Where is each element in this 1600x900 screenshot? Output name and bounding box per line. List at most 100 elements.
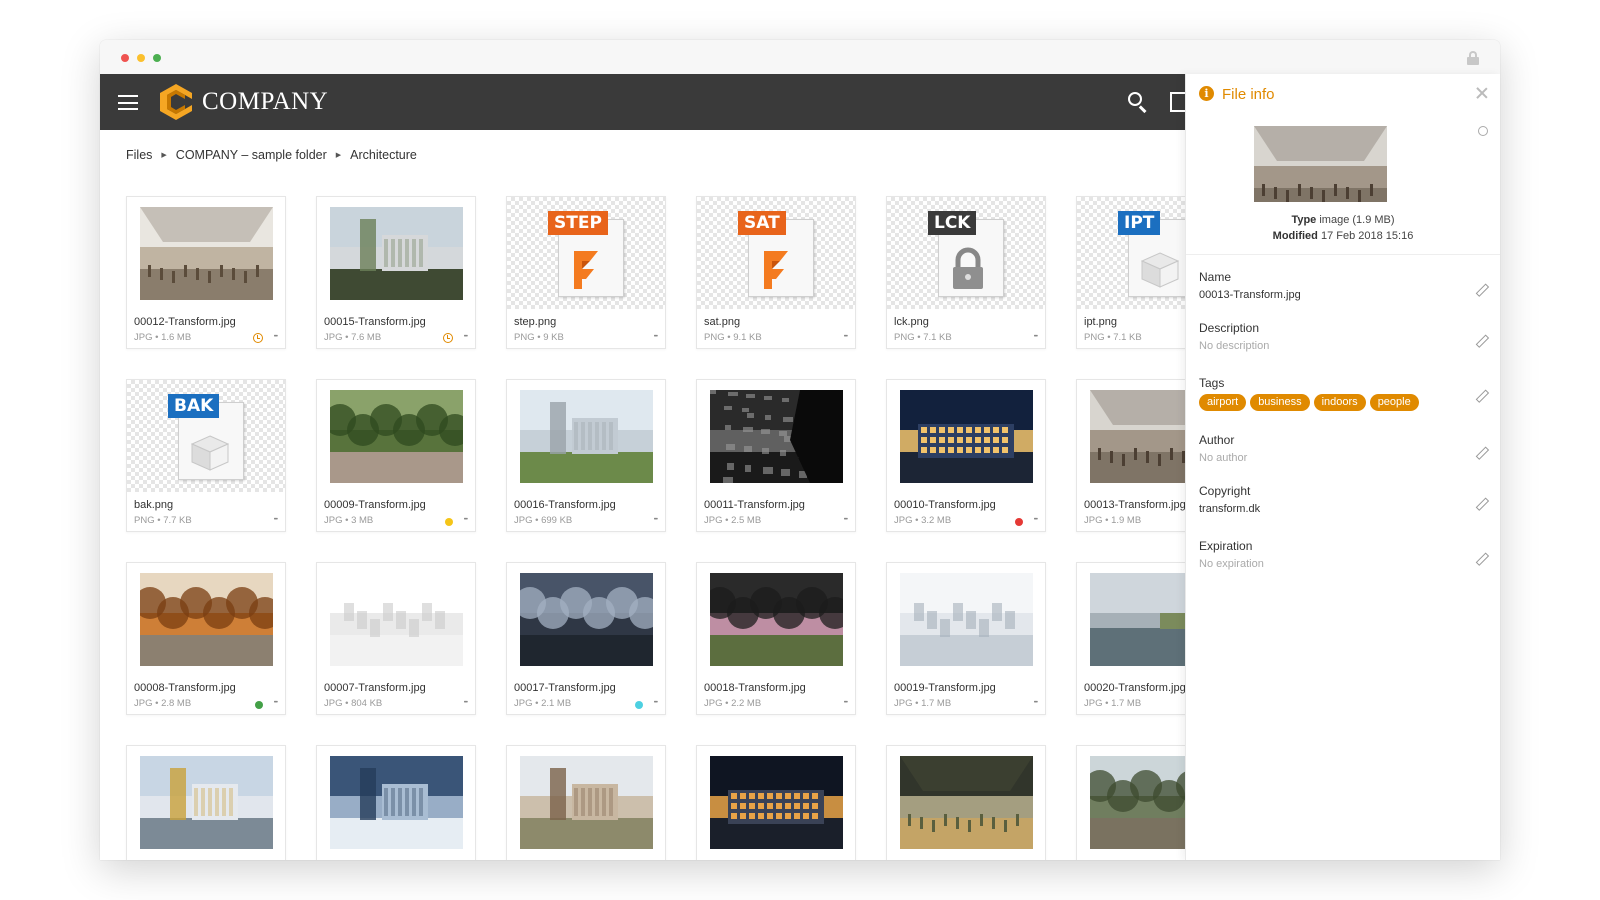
file-thumbnail[interactable]: [507, 563, 665, 675]
file-card[interactable]: LCK lck.png PNG • 7.1 KB •••: [886, 196, 1046, 349]
file-thumbnail[interactable]: [317, 197, 475, 309]
file-thumbnail[interactable]: [317, 746, 475, 858]
tag-indoors[interactable]: indoors: [1313, 394, 1366, 411]
more-options-icon[interactable]: •••: [654, 334, 658, 340]
more-options-icon[interactable]: •••: [844, 517, 848, 523]
search-icon[interactable]: [1128, 92, 1148, 113]
more-options-icon[interactable]: •••: [464, 700, 468, 706]
file-card[interactable]: [696, 745, 856, 860]
autodesk-icon: [568, 247, 608, 296]
more-options-icon[interactable]: •••: [654, 517, 658, 523]
more-options-icon[interactable]: •••: [274, 334, 278, 340]
file-thumbnail[interactable]: [507, 380, 665, 492]
breadcrumb-sample-folder[interactable]: COMPANY – sample folder: [176, 148, 327, 162]
file-thumbnail[interactable]: [127, 746, 285, 858]
more-options-icon[interactable]: •••: [1034, 700, 1038, 706]
more-options-icon[interactable]: •••: [464, 334, 468, 340]
edit-name-pencil-icon[interactable]: [1475, 284, 1487, 296]
file-card[interactable]: IPTipt.pngPNG • 7.1 KB•••: [1076, 196, 1185, 349]
more-options-icon[interactable]: •••: [654, 700, 658, 706]
cube-icon: [1138, 247, 1182, 296]
file-meta: PNG • 9 KB: [514, 332, 564, 343]
lock-icon: [948, 247, 988, 296]
file-thumbnail[interactable]: [127, 563, 285, 675]
file-thumbnail[interactable]: [507, 746, 665, 858]
status-dot-icon: [445, 518, 453, 526]
edit-expiration-pencil-icon[interactable]: [1475, 553, 1487, 565]
file-card[interactable]: SAT sat.png PNG • 9.1 KB •••: [696, 196, 856, 349]
link-icon[interactable]: [1475, 123, 1491, 139]
file-card[interactable]: [316, 745, 476, 860]
breadcrumb-architecture[interactable]: Architecture: [350, 148, 417, 162]
minimize-window-button[interactable]: [137, 54, 145, 62]
file-thumbnail[interactable]: [697, 380, 855, 492]
tags-label: Tags: [1199, 376, 1225, 390]
clock-icon: [253, 333, 263, 343]
file-card[interactable]: [1076, 745, 1185, 860]
file-thumbnail[interactable]: [317, 563, 475, 675]
more-options-icon[interactable]: •••: [274, 700, 278, 706]
file-type-icon[interactable]: BAK: [127, 380, 285, 492]
more-options-icon[interactable]: •••: [274, 517, 278, 523]
file-card[interactable]: 00008-Transform.jpg JPG • 2.8 MB •••: [126, 562, 286, 715]
breadcrumb-files[interactable]: Files: [126, 148, 152, 162]
file-thumbnail[interactable]: [317, 380, 475, 492]
more-options-icon[interactable]: •••: [844, 700, 848, 706]
file-card[interactable]: BAK bak.png PNG • 7.7 KB •••: [126, 379, 286, 532]
file-thumbnail[interactable]: [887, 746, 1045, 858]
file-card[interactable]: 00007-Transform.jpg JPG • 804 KB •••: [316, 562, 476, 715]
more-options-icon[interactable]: •••: [1034, 517, 1038, 523]
tag-business[interactable]: business: [1250, 394, 1310, 411]
file-thumbnail[interactable]: [1077, 380, 1185, 492]
file-thumbnail[interactable]: [1077, 746, 1185, 858]
app-window: COMPANY Files ▶ COMPANY – sample folder …: [100, 40, 1500, 860]
file-card[interactable]: 00020-Transform.jpgJPG • 1.7 MB•••: [1076, 562, 1185, 715]
file-card[interactable]: 00013-Transform.jpgJPG • 1.9 MB•••: [1076, 379, 1185, 532]
file-extension-badge: SAT: [738, 211, 786, 235]
edit-tags-pencil-icon[interactable]: [1475, 390, 1487, 402]
file-type-icon[interactable]: IPT: [1077, 197, 1185, 309]
file-card[interactable]: 00009-Transform.jpg JPG • 3 MB •••: [316, 379, 476, 532]
file-meta: JPG • 699 KB: [514, 515, 573, 526]
file-card[interactable]: 00011-Transform.jpg JPG • 2.5 MB •••: [696, 379, 856, 532]
file-card[interactable]: 00017-Transform.jpg JPG • 2.1 MB •••: [506, 562, 666, 715]
file-card[interactable]: 00018-Transform.jpg JPG • 2.2 MB •••: [696, 562, 856, 715]
author-label: Author: [1199, 433, 1235, 447]
tag-airport[interactable]: airport: [1199, 394, 1247, 411]
breadcrumb-separator-icon: ▶: [335, 152, 342, 159]
file-thumbnail[interactable]: [697, 563, 855, 675]
file-thumbnail[interactable]: [697, 746, 855, 858]
more-options-icon[interactable]: •••: [844, 334, 848, 340]
file-card[interactable]: 00019-Transform.jpg JPG • 1.7 MB •••: [886, 562, 1046, 715]
app-bar: COMPANY: [100, 74, 1185, 130]
file-card[interactable]: [506, 745, 666, 860]
file-card[interactable]: 00012-Transform.jpg JPG • 1.6 MB •••: [126, 196, 286, 349]
close-window-button[interactable]: [121, 54, 129, 62]
more-options-icon[interactable]: •••: [1034, 334, 1038, 340]
menu-icon[interactable]: [118, 95, 138, 110]
file-thumbnail[interactable]: [127, 197, 285, 309]
file-type-icon[interactable]: LCK: [887, 197, 1045, 309]
file-card[interactable]: 00016-Transform.jpg JPG • 699 KB •••: [506, 379, 666, 532]
status-dot-icon: [1015, 518, 1023, 526]
file-type-icon[interactable]: STEP: [507, 197, 665, 309]
file-thumbnail[interactable]: [887, 563, 1045, 675]
file-thumbnail[interactable]: [1077, 563, 1185, 675]
file-card[interactable]: 00015-Transform.jpg JPG • 7.6 MB •••: [316, 196, 476, 349]
edit-copyright-pencil-icon[interactable]: [1475, 498, 1487, 510]
breadcrumb: Files ▶ COMPANY – sample folder ▶ Archit…: [126, 148, 417, 162]
file-type-icon[interactable]: SAT: [697, 197, 855, 309]
edit-author-pencil-icon[interactable]: [1475, 447, 1487, 459]
file-card[interactable]: [886, 745, 1046, 860]
file-card[interactable]: [126, 745, 286, 860]
edit-description-pencil-icon[interactable]: [1475, 335, 1487, 347]
file-card[interactable]: 00010-Transform.jpg JPG • 3.2 MB •••: [886, 379, 1046, 532]
close-icon[interactable]: [1476, 87, 1488, 99]
side-panel-toggle-icon[interactable]: [1170, 92, 1185, 112]
file-meta: JPG • 1.7 MB: [894, 698, 952, 709]
more-options-icon[interactable]: •••: [464, 517, 468, 523]
file-thumbnail[interactable]: [887, 380, 1045, 492]
maximize-window-button[interactable]: [153, 54, 161, 62]
file-card[interactable]: STEP step.png PNG • 9 KB •••: [506, 196, 666, 349]
tag-people[interactable]: people: [1369, 394, 1419, 411]
